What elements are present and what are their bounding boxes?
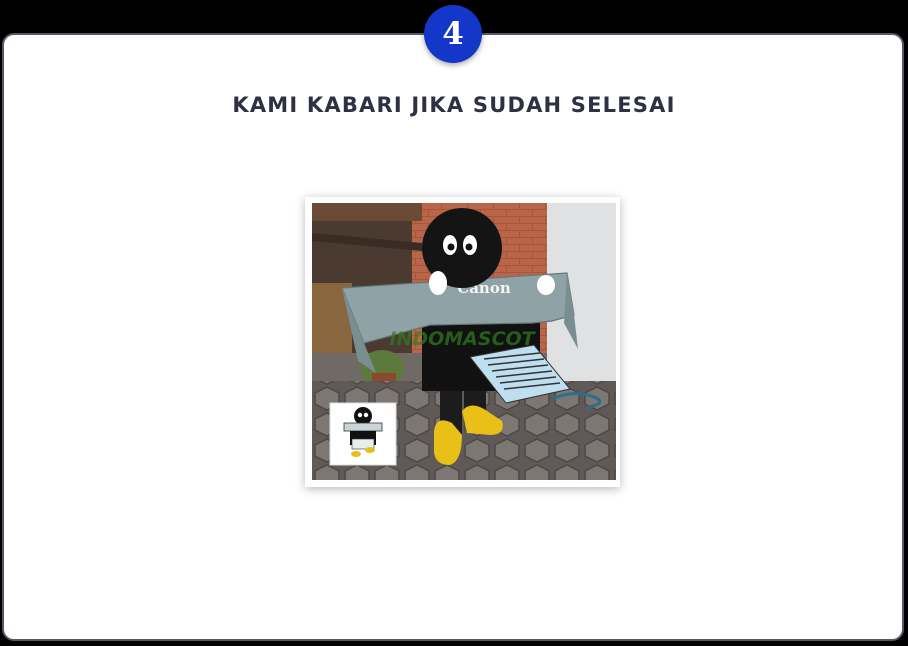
mascot-logo-inset (329, 402, 397, 466)
section-title: KAMI KABARI JIKA SUDAH SELESAI (232, 93, 676, 117)
mascot-photo: Canon INDOMASCOT (312, 203, 616, 480)
mascot-photo-frame: Canon INDOMASCOT (305, 197, 620, 487)
watermark-text: INDOMASCOT (389, 328, 536, 350)
step-number-badge: 4 (424, 5, 482, 63)
